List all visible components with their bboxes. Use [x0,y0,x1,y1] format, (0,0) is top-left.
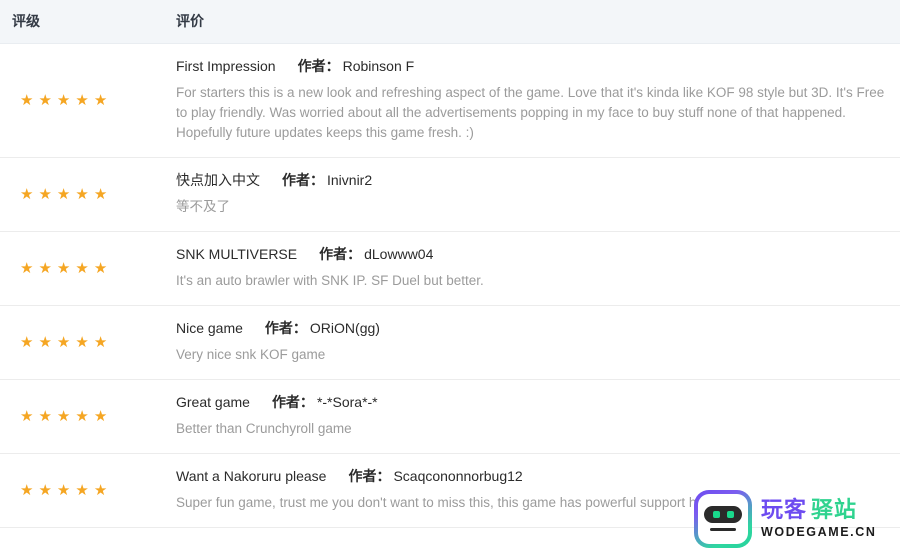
star-icon: ★ [75,185,94,203]
star-icon: ★ [20,481,39,499]
review-header: Nice game 作者： ORiON(gg) [176,318,894,338]
review-content-cell: 快点加入中文 作者： Inivnir2 等不及了 [174,157,900,232]
star-rating: ★★★★★ [20,409,112,424]
star-icon: ★ [20,91,39,109]
table-row: ★★★★★ Great game 作者： *-*Sora*-* Better than … [0,379,900,454]
review-title: SNK MULTIVERSE [176,246,298,262]
review-author-name: Robinson F [342,58,415,74]
review-author-label: 作者： [271,394,314,410]
review-author-label: 作者： [282,172,324,188]
review-author-label: 作者： [348,468,391,484]
star-icon: ★ [56,407,76,425]
review-rating-cell: ★★★★★ [0,453,174,528]
review-content-cell: First Impression 作者： Robinson F For starter… [174,43,900,158]
reviews-table-header: 评级 评价 [0,0,900,44]
robot-mouth-icon [710,528,736,531]
star-icon: ★ [20,333,39,351]
review-content-cell: Want a Nakoruru please 作者： Scaqcononnorbug… [174,453,900,528]
star-icon: ★ [75,407,94,425]
star-icon: ★ [38,185,57,203]
review-author-label: 作者： [264,320,307,336]
table-row: ★★★★★ Nice game 作者： ORiON(gg) Very nice snk … [0,305,900,380]
review-body: Very nice snk KOF game [176,347,326,362]
star-icon: ★ [38,91,57,109]
review-header: SNK MULTIVERSE 作者： dLowww04 [176,244,894,264]
star-icon: ★ [20,259,39,277]
review-rating-cell: ★★★★★ [0,305,174,380]
review-content-cell: Nice game 作者： ORiON(gg) Very nice snk KOF g… [174,305,900,380]
star-icon: ★ [56,259,76,277]
star-rating: ★★★★★ [20,261,112,276]
review-content-cell: SNK MULTIVERSE 作者： dLowww04 It's an auto br… [174,231,900,306]
table-row: ★★★★★ Want a Nakoruru please 作者： Scaqcononn… [0,453,900,528]
star-icon: ★ [93,259,113,277]
review-body: Better than Crunchyroll game [176,421,352,436]
review-author-label: 作者： [297,58,340,74]
star-icon: ★ [38,259,57,277]
review-title: Nice game [176,320,243,336]
review-author-name: *-*Sora*-* [316,394,378,410]
star-rating: ★★★★★ [20,335,112,350]
star-rating: ★★★★★ [20,93,112,108]
table-row: ★★★★★ First Impression 作者： Robinson F For st… [0,43,900,158]
review-title: 快点加入中文 [176,172,260,188]
table-row: ★★★★★ 快点加入中文 作者： Inivnir2 等不及了 [0,157,900,232]
star-icon: ★ [20,185,39,203]
review-rating-cell: ★★★★★ [0,157,174,232]
star-rating: ★★★★★ [20,187,112,202]
star-icon: ★ [75,91,94,109]
star-icon: ★ [93,91,113,109]
review-author-name: Inivnir2 [327,172,373,188]
star-icon: ★ [75,481,94,499]
column-header-rating: 评级 [0,0,174,44]
column-header-review: 评价 [174,0,900,44]
review-author-name: dLowww04 [364,246,434,262]
star-icon: ★ [93,481,113,499]
review-header: First Impression 作者： Robinson F [176,56,894,76]
star-icon: ★ [93,333,113,351]
star-icon: ★ [75,259,94,277]
review-body: It's an auto brawler with SNK IP. SF Due… [176,273,484,288]
star-icon: ★ [38,481,57,499]
star-icon: ★ [56,185,76,203]
star-rating: ★★★★★ [20,483,112,498]
header-row: 评级 评价 [0,0,900,44]
star-icon: ★ [38,407,57,425]
review-title: Great game [176,394,250,410]
star-icon: ★ [38,333,57,351]
review-content-cell: Great game 作者： *-*Sora*-* Better than Crunc… [174,379,900,454]
review-body: For starters this is a new look and refr… [176,85,885,140]
review-title: Want a Nakoruru please [176,468,327,484]
star-icon: ★ [56,91,76,109]
star-icon: ★ [93,407,113,425]
review-body: 等不及了 [176,199,230,214]
review-rating-cell: ★★★★★ [0,379,174,454]
review-rating-cell: ★★★★★ [0,43,174,158]
review-header: Great game 作者： *-*Sora*-* [176,392,894,412]
star-icon: ★ [20,407,39,425]
review-author-name: ORiON(gg) [309,320,380,336]
star-icon: ★ [56,333,76,351]
review-title: First Impression [176,58,276,74]
star-icon: ★ [56,481,76,499]
table-row: ★★★★★ SNK MULTIVERSE 作者： dLowww04 It's an au… [0,231,900,306]
review-author-label: 作者： [319,246,362,262]
review-header: 快点加入中文 作者： Inivnir2 [176,170,894,190]
reviews-table: 评级 评价 ★★★★★ First Impression 作者： Robinson F… [0,0,900,528]
review-header: Want a Nakoruru please 作者： Scaqcononnorbug… [176,466,894,486]
reviews-table-body: ★★★★★ First Impression 作者： Robinson F For st… [0,43,900,528]
star-icon: ★ [75,333,94,351]
review-body: Super fun game, trust me you don't want … [176,495,724,510]
review-author-name: Scaqcononnorbug12 [393,468,523,484]
star-icon: ★ [93,185,113,203]
review-rating-cell: ★★★★★ [0,231,174,306]
